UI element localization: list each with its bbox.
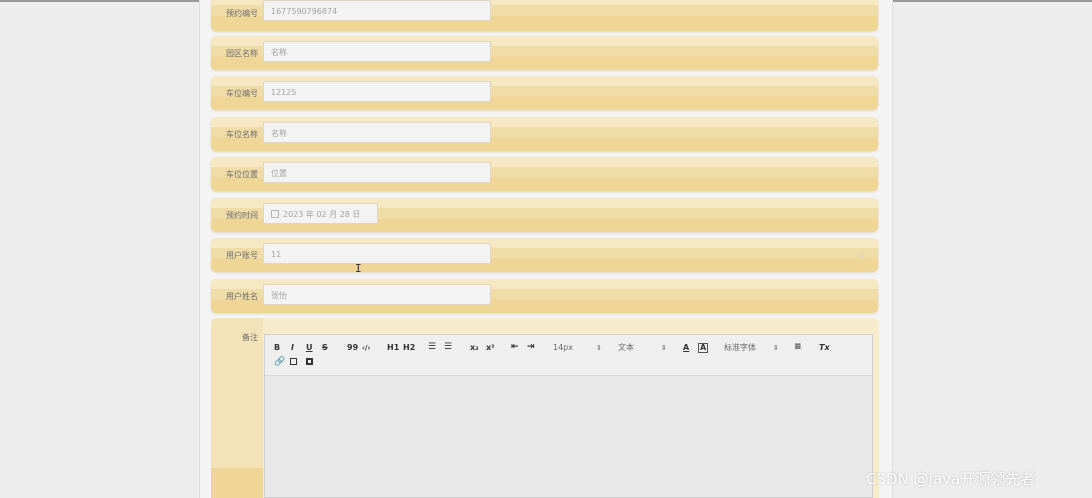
italic-button[interactable]: I (291, 343, 294, 353)
field-row-user-account: 用户账号 11 (211, 238, 878, 272)
font-color-button[interactable]: A (683, 343, 689, 353)
rich-text-editor: B I U S 99 ‹/› H1 H2 ☰ ☰ x₂ x² ⇤ ⇥ 14px … (264, 334, 873, 498)
calendar-icon (271, 210, 279, 218)
field-row-park-name: 园区名称 名称 (211, 36, 878, 70)
field-row-space-location: 车位位置 位置 (211, 157, 878, 191)
bold-button[interactable]: B (274, 343, 280, 353)
field-row-space-name: 车位名称 名称 (211, 117, 878, 151)
field-row-booking-no: 预约编号 1677590796874 (211, 0, 878, 31)
strike-button[interactable]: S (322, 343, 328, 353)
booking-date-picker[interactable]: 2023 年 02 月 28 日 (263, 203, 378, 224)
space-name-input[interactable]: 名称 (263, 122, 491, 143)
field-row-booking-time: 预约时间 2023 年 02 月 28 日 (211, 198, 878, 232)
indent-icon[interactable]: ⇥ (527, 342, 535, 352)
remark-label: 备注 (242, 333, 258, 342)
underline-button[interactable]: U (306, 343, 313, 353)
text-cursor-icon: I (355, 262, 362, 275)
user-name-input[interactable]: 张怡 (263, 284, 491, 305)
field-label: 车位位置 (226, 170, 258, 179)
bullet-list-icon[interactable]: ☰ (444, 342, 452, 352)
superscript-button[interactable]: x² (486, 343, 495, 353)
text-type-caret-icon: ⇕ (661, 344, 667, 352)
space-location-input[interactable]: 位置 (263, 162, 491, 183)
font-family-select[interactable]: 标准字体 (724, 343, 756, 353)
link-icon[interactable]: 🔗 (274, 357, 285, 367)
booking-no-input[interactable]: 1677590796874 (263, 0, 491, 21)
space-no-input[interactable]: 12125 (263, 81, 491, 102)
field-label: 预约编号 (226, 9, 258, 18)
field-label: 车位编号 (226, 89, 258, 98)
align-icon[interactable]: ≡ (794, 342, 802, 352)
font-size-caret-icon: ⇕ (596, 344, 602, 352)
outdent-icon[interactable]: ⇤ (511, 342, 519, 352)
field-row-user-name: 用户姓名 张怡 (211, 279, 878, 313)
font-size-select[interactable]: 14px (553, 343, 573, 353)
field-label: 用户姓名 (226, 292, 258, 301)
clear-format-button[interactable]: Tx (819, 343, 830, 353)
editor-toolbar: B I U S 99 ‹/› H1 H2 ☰ ☰ x₂ x² ⇤ ⇥ 14px … (265, 335, 872, 376)
video-icon[interactable] (306, 358, 313, 365)
field-label: 车位名称 (226, 130, 258, 139)
field-label: 园区名称 (226, 49, 258, 58)
image-icon[interactable] (290, 358, 297, 365)
faint-circle-icon (857, 251, 865, 259)
h1-button[interactable]: H1 (387, 343, 399, 353)
remark-label-foot (211, 468, 263, 498)
h2-button[interactable]: H2 (403, 343, 415, 353)
code-button[interactable]: ‹/› (362, 343, 370, 353)
background-color-button[interactable]: A (698, 343, 709, 353)
booking-date-value: 2023 年 02 月 28 日 (283, 210, 361, 219)
park-name-input[interactable]: 名称 (263, 41, 491, 62)
text-type-select[interactable]: 文本 (618, 343, 634, 353)
font-family-caret-icon: ⇕ (773, 344, 779, 352)
csdn-watermark: CSDN @Java开源领先者 (866, 470, 1036, 488)
subscript-button[interactable]: x₂ (470, 343, 479, 353)
user-account-input[interactable]: 11 (263, 243, 491, 264)
field-label: 用户账号 (226, 251, 258, 260)
ordered-list-icon[interactable]: ☰ (428, 342, 436, 352)
field-label: 预约时间 (226, 211, 258, 220)
field-row-space-no: 车位编号 12125 (211, 76, 878, 110)
editor-content-area[interactable] (265, 376, 872, 497)
quote-button[interactable]: 99 (347, 343, 358, 353)
field-row-remark: 备注 B I U S 99 ‹/› H1 H2 ☰ ☰ x₂ x² ⇤ ⇥ 14… (211, 318, 879, 498)
